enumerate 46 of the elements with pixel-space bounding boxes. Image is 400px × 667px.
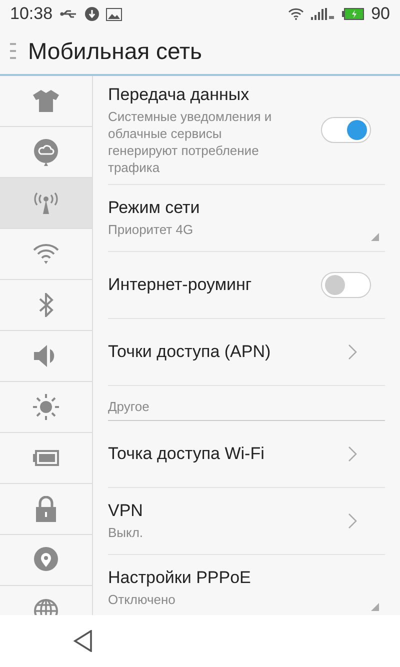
image-icon — [106, 8, 122, 20]
usb-icon — [60, 9, 78, 19]
dropdown-corner-icon — [371, 233, 379, 241]
screen-title: Мобильная сеть — [28, 38, 202, 64]
antenna-icon — [33, 192, 59, 214]
clock: 10:38 — [10, 4, 53, 24]
battery-level: 90 — [371, 4, 390, 24]
settings-item[interactable]: Интернет-роуминг — [108, 252, 385, 319]
battery-icon — [342, 8, 364, 20]
setting-description: Отключено — [108, 591, 176, 608]
settings-item[interactable]: VPN Выкл. — [108, 488, 385, 555]
location-icon — [34, 547, 58, 573]
wifi-icon — [288, 8, 304, 20]
setting-title: Интернет-роуминг — [108, 275, 253, 295]
setting-title: Точки доступа (APN) — [108, 342, 272, 362]
bluetooth-icon — [38, 293, 54, 317]
toggle-switch[interactable] — [321, 117, 371, 143]
shirt-icon — [33, 90, 59, 112]
wifi-icon — [33, 244, 59, 264]
dropdown-corner-icon — [371, 603, 379, 611]
cloud-icon — [34, 138, 58, 166]
settings-item[interactable]: Режим сети Приоритет 4G — [108, 185, 385, 252]
back-icon[interactable] — [73, 630, 93, 652]
setting-title: Режим сети — [108, 198, 201, 218]
setting-description: Системные уведомления и облачные сервисы генерируют потребление трафика — [108, 108, 273, 176]
toggle-switch[interactable] — [321, 272, 371, 298]
chevron-icon — [348, 344, 357, 360]
setting-title: VPN — [108, 501, 144, 521]
lock-icon — [35, 496, 57, 522]
drag-handle-icon[interactable] — [10, 42, 16, 60]
setting-description: Приоритет 4G — [108, 221, 194, 238]
setting-title: Передача данных — [108, 84, 250, 104]
section-header: Другое — [108, 399, 150, 414]
settings-item[interactable]: Передача данных Системные уведомления и облачные сервисы генерируют потребление трафика — [108, 76, 385, 185]
settings-item[interactable]: Точка доступа Wi-Fi — [108, 421, 385, 488]
battery-icon — [33, 450, 59, 466]
signal-icon — [311, 8, 336, 20]
setting-title: Настройки PPPoE — [108, 568, 252, 588]
setting-description: Выкл. — [108, 524, 144, 541]
settings-item[interactable]: Точки доступа (APN) — [108, 319, 385, 386]
chevron-icon — [348, 513, 357, 529]
download-icon — [84, 7, 99, 21]
setting-title: Точка доступа Wi-Fi — [108, 444, 266, 464]
sun-icon — [33, 394, 59, 420]
chevron-icon — [348, 446, 357, 462]
sidebar-item[interactable] — [0, 178, 92, 229]
